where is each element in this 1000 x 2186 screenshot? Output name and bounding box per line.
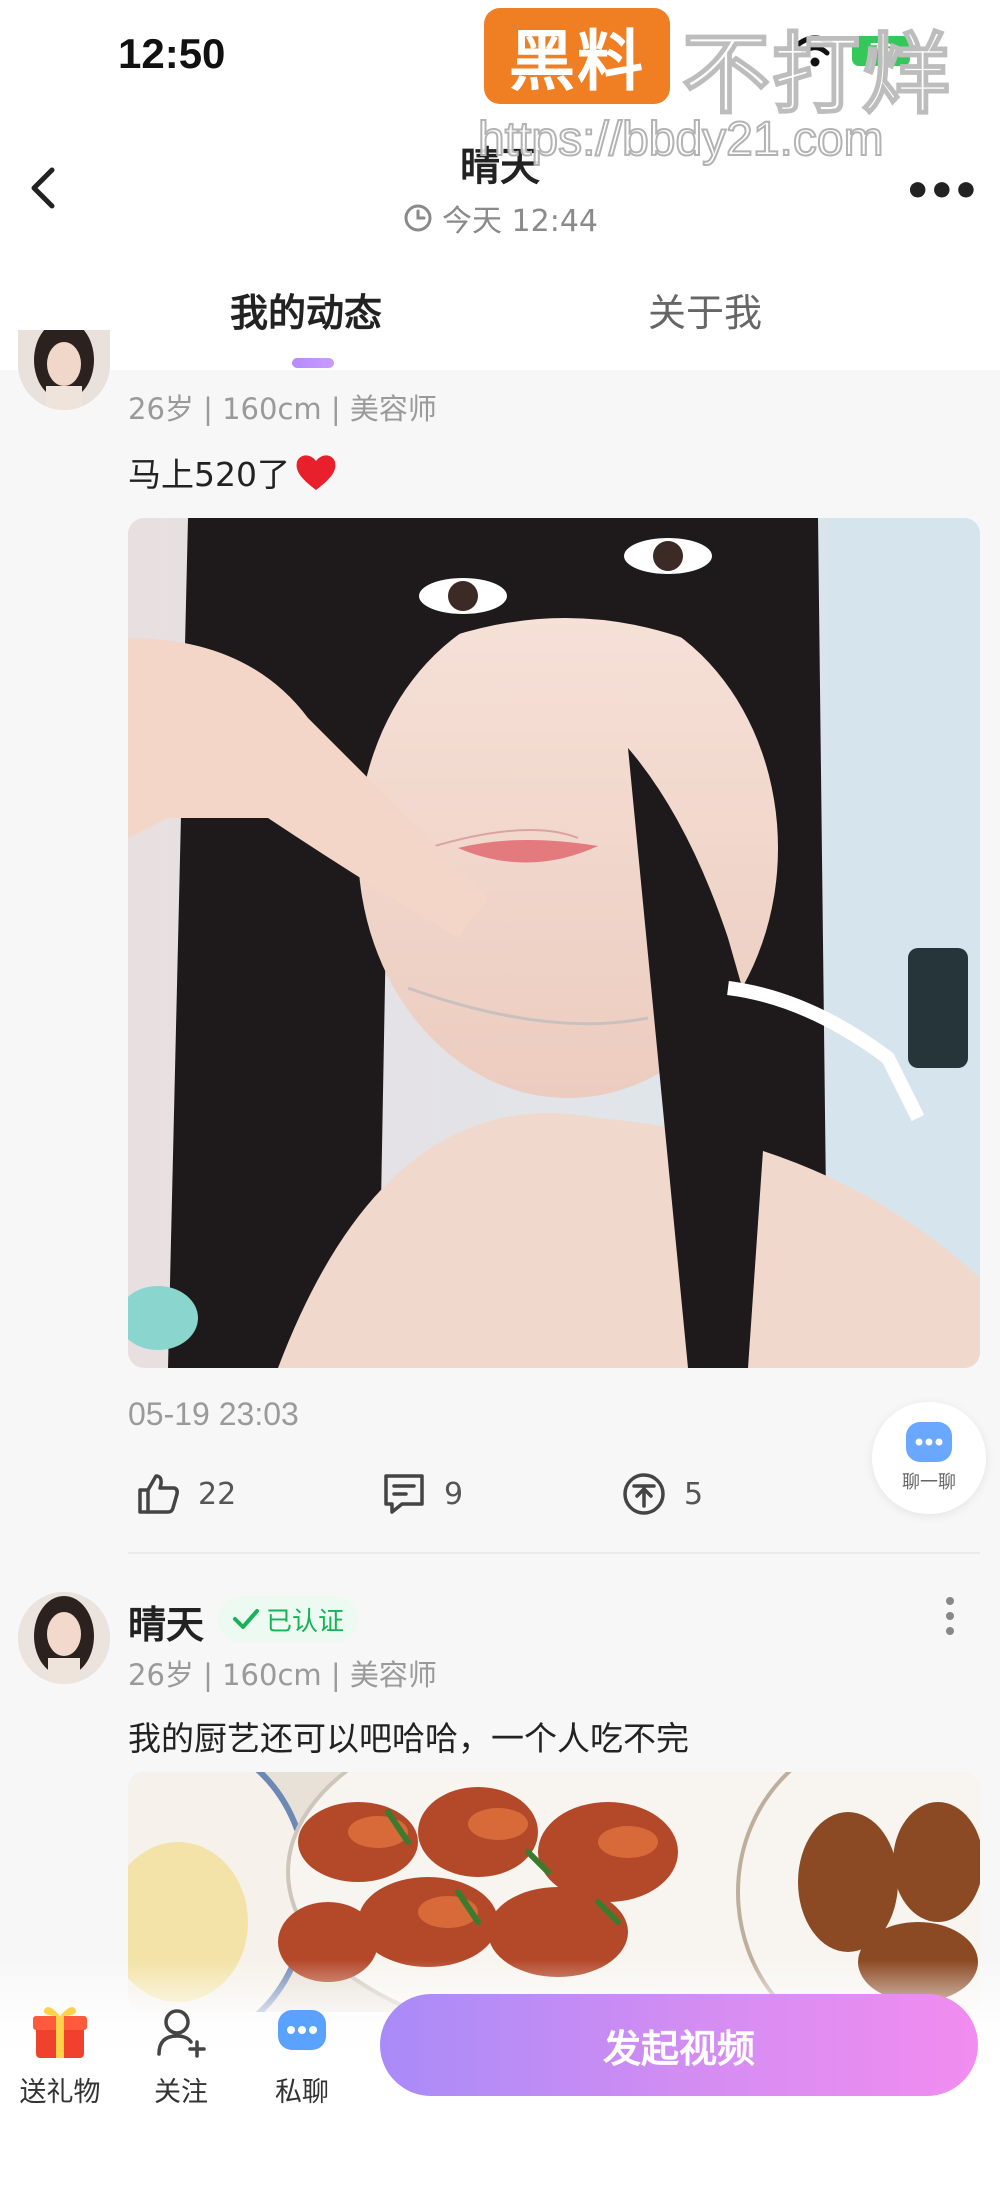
last-active-text: 今天 12:44 bbox=[442, 204, 598, 239]
send-gift-label: 送礼物 bbox=[19, 2077, 101, 2108]
post-divider bbox=[128, 1552, 980, 1554]
comment-icon bbox=[384, 1474, 424, 1514]
tab-my-moments[interactable]: 我的动态 bbox=[230, 282, 382, 337]
message-icon bbox=[278, 2010, 326, 2050]
post-photo[interactable] bbox=[128, 518, 980, 1368]
comment-button[interactable]: 9 bbox=[380, 1470, 463, 1518]
chat-bubble-icon bbox=[906, 1422, 952, 1462]
gift-icon bbox=[33, 2007, 87, 2058]
share-count: 5 bbox=[684, 1476, 704, 1512]
user-meta: 26岁 | 160cm | 美容师 bbox=[128, 392, 437, 426]
heart-icon bbox=[296, 455, 336, 490]
last-active: 今天 12:44 bbox=[0, 196, 1000, 240]
more-options-icon[interactable]: ••• bbox=[904, 166, 980, 217]
status-time: 12:50 bbox=[118, 30, 226, 77]
post-text: 马上520了 bbox=[128, 448, 338, 496]
follow-button[interactable]: 关注 bbox=[131, 2002, 231, 2109]
send-gift-button[interactable]: 送礼物 bbox=[10, 2002, 110, 2109]
private-message-button[interactable]: 私聊 bbox=[252, 2002, 352, 2109]
comment-count: 9 bbox=[444, 1476, 464, 1512]
chat-now-label: 聊一聊 bbox=[902, 1472, 956, 1493]
share-button[interactable]: 5 bbox=[620, 1470, 703, 1518]
private-message-label: 私聊 bbox=[275, 2077, 329, 2108]
thumbs-up-icon bbox=[138, 1474, 179, 1514]
add-user-icon bbox=[157, 2009, 206, 2058]
verified-label: 已认证 bbox=[266, 1606, 345, 1637]
avatar[interactable] bbox=[18, 1592, 110, 1684]
bottom-action-bar: 送礼物 关注 私聊 发起视频 bbox=[0, 1960, 1000, 2186]
user-meta: 26岁 | 160cm | 美容师 bbox=[128, 1658, 437, 1692]
watermark-badge: 黑料 bbox=[484, 8, 670, 104]
follow-label: 关注 bbox=[154, 2077, 208, 2108]
post-text: 我的厨艺还可以吧哈哈，一个人吃不完 bbox=[128, 1719, 689, 1758]
tab-about-me[interactable]: 关于我 bbox=[648, 282, 762, 337]
tab-bar: 我的动态 关于我 bbox=[0, 272, 1000, 370]
start-video-button[interactable]: 发起视频 bbox=[380, 1994, 978, 2096]
post-date: 05-19 23:03 bbox=[128, 1396, 299, 1432]
post-more-icon[interactable] bbox=[945, 1596, 955, 1636]
like-button[interactable]: 22 bbox=[134, 1470, 236, 1518]
user-name[interactable]: 晴天 bbox=[128, 1594, 204, 1649]
check-icon bbox=[233, 1609, 259, 1629]
chat-now-button[interactable]: 聊一聊 bbox=[872, 1402, 986, 1514]
avatar[interactable] bbox=[18, 330, 110, 410]
watermark-url: https://bbdy21.com bbox=[477, 112, 885, 167]
post-text-body: 马上520了 bbox=[128, 455, 290, 494]
tab-indicator bbox=[292, 358, 334, 368]
like-count: 22 bbox=[198, 1476, 237, 1512]
clock-icon bbox=[404, 204, 432, 232]
share-icon bbox=[623, 1473, 665, 1515]
verified-badge: 已认证 bbox=[218, 1596, 359, 1642]
selfie-photo bbox=[128, 518, 980, 1368]
